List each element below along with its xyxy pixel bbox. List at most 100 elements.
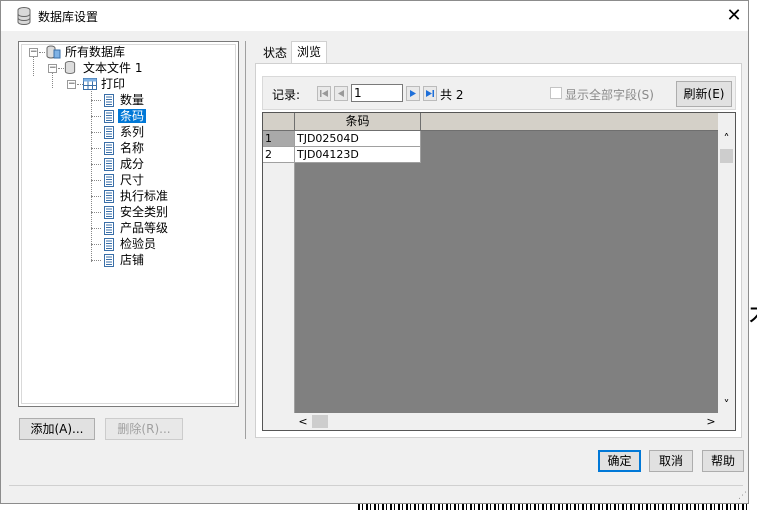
row-header-1[interactable]: 1 xyxy=(263,131,295,147)
table-icon xyxy=(83,78,97,90)
status-separator xyxy=(9,485,743,486)
horizontal-scroll-thumb[interactable] xyxy=(312,415,328,428)
database-settings-dialog: 数据库设置 ✕ − 所有数据库 − 文本文件 1 − 打印 数量 条码 系列 名… xyxy=(0,0,749,504)
add-button[interactable]: 添加(A)... xyxy=(19,418,95,440)
first-record-icon xyxy=(320,90,328,97)
tree-collapse-toggle[interactable]: − xyxy=(67,80,76,89)
cancel-button[interactable]: 取消 xyxy=(649,450,693,472)
tree-node-field[interactable]: 成分 xyxy=(118,156,146,172)
tree-line xyxy=(91,100,101,101)
ok-button[interactable]: 确定 xyxy=(598,450,641,472)
close-icon: ✕ xyxy=(726,5,742,26)
background-glyph: 木 xyxy=(749,295,757,335)
data-grid[interactable]: 条码 1 TJD02504D 2 TJD04123D ˄ ˅ < > xyxy=(262,112,736,431)
tree-line xyxy=(91,148,101,149)
scroll-corner-left xyxy=(263,413,295,430)
field-icon xyxy=(104,238,114,251)
database-icon xyxy=(64,61,76,74)
scroll-down-button[interactable]: ˅ xyxy=(718,397,735,413)
tree-node-field[interactable]: 数量 xyxy=(118,92,146,108)
splitter[interactable] xyxy=(245,41,246,439)
tree-node-field[interactable]: 店铺 xyxy=(118,252,146,268)
scroll-right-button[interactable]: > xyxy=(703,413,719,430)
record-label: 记录: xyxy=(272,88,301,102)
tree-collapse-toggle[interactable]: − xyxy=(29,48,38,57)
field-icon xyxy=(104,206,114,219)
tree-line xyxy=(91,212,101,213)
row-header-gutter xyxy=(263,163,295,413)
next-record-button[interactable] xyxy=(406,86,420,101)
tree-line xyxy=(91,88,92,262)
title-bar[interactable]: 数据库设置 ✕ xyxy=(1,1,748,31)
tree-line xyxy=(91,164,101,165)
tree-node-field[interactable]: 名称 xyxy=(118,140,146,156)
grid-cell-barcode-2[interactable]: TJD04123D xyxy=(295,147,421,163)
chevron-up-icon: ˄ xyxy=(723,132,730,146)
vertical-scrollbar[interactable]: ˄ ˅ xyxy=(718,113,735,413)
chevron-down-icon: ˅ xyxy=(723,398,730,412)
tree-line xyxy=(91,244,101,245)
resize-grip-icon[interactable]: ⋰ xyxy=(738,491,748,501)
grid-cell-barcode-1[interactable]: TJD02504D xyxy=(295,131,421,147)
tree-node-field[interactable]: 系列 xyxy=(118,124,146,140)
field-icon xyxy=(104,174,114,187)
record-total: 共 2 xyxy=(440,88,464,102)
database-group-icon xyxy=(46,45,61,59)
tree-node-database[interactable]: 文本文件 1 xyxy=(81,60,144,76)
column-header-filler xyxy=(421,113,719,131)
last-record-icon xyxy=(426,90,434,97)
refresh-button[interactable]: 刷新(E) xyxy=(676,81,732,107)
field-icon xyxy=(104,142,114,155)
first-record-button[interactable] xyxy=(317,86,331,101)
tree-node-root[interactable]: 所有数据库 xyxy=(63,44,127,60)
scroll-up-button[interactable]: ˄ xyxy=(718,131,735,147)
tab-browse[interactable]: 浏览 xyxy=(291,41,328,65)
tree-node-field[interactable]: 安全类别 xyxy=(118,204,170,220)
field-icon xyxy=(104,254,114,267)
tree-line xyxy=(91,260,101,261)
tree-node-table[interactable]: 打印 xyxy=(99,76,127,92)
chevron-right-icon: > xyxy=(706,415,716,428)
last-record-button[interactable] xyxy=(423,86,437,101)
database-icon xyxy=(17,7,31,25)
tree-node-field[interactable]: 检验员 xyxy=(118,236,158,252)
delete-button: 删除(R)... xyxy=(105,418,183,440)
horizontal-scrollbar[interactable]: < > xyxy=(295,413,719,430)
chevron-left-icon: < xyxy=(298,415,308,428)
grid-corner xyxy=(263,113,295,131)
field-icon xyxy=(104,222,114,235)
column-header-barcode[interactable]: 条码 xyxy=(295,113,421,131)
scroll-corner xyxy=(718,413,735,430)
tab-status[interactable]: 状态 xyxy=(258,43,292,63)
show-all-fields-checkbox[interactable] xyxy=(550,87,562,99)
database-tree[interactable]: − 所有数据库 − 文本文件 1 − 打印 数量 条码 系列 名称 成分 尺寸 … xyxy=(18,41,239,407)
prev-record-icon xyxy=(338,90,344,97)
prev-record-button[interactable] xyxy=(334,86,348,101)
tree-line xyxy=(91,180,101,181)
close-button[interactable]: ✕ xyxy=(720,1,748,31)
field-icon xyxy=(104,126,114,139)
background-barcode xyxy=(358,504,749,510)
tree-node-field[interactable]: 执行标准 xyxy=(118,188,170,204)
tree-node-field[interactable]: 尺寸 xyxy=(118,172,146,188)
record-number-input[interactable] xyxy=(351,84,403,102)
scroll-left-button[interactable]: < xyxy=(295,413,311,430)
record-navigator: 记录: 共 2 显示全部字段(S) 刷新(E) xyxy=(262,76,736,110)
next-record-icon xyxy=(410,90,416,97)
tree-line xyxy=(52,72,53,88)
tree-collapse-toggle[interactable]: − xyxy=(48,64,57,73)
vertical-scroll-thumb[interactable] xyxy=(720,149,733,163)
tree-line xyxy=(91,116,101,117)
field-icon xyxy=(104,158,114,171)
tree-line xyxy=(91,228,101,229)
tree-line xyxy=(91,132,101,133)
field-icon xyxy=(104,190,114,203)
tree-node-field[interactable]: 产品等级 xyxy=(118,220,170,236)
field-icon xyxy=(104,94,114,107)
tree-node-field[interactable]: 条码 xyxy=(118,108,147,124)
window-title: 数据库设置 xyxy=(38,10,99,24)
tree-line xyxy=(33,56,34,76)
tree-line xyxy=(91,196,101,197)
help-button[interactable]: 帮助 xyxy=(702,450,744,472)
row-header-2[interactable]: 2 xyxy=(263,147,295,163)
